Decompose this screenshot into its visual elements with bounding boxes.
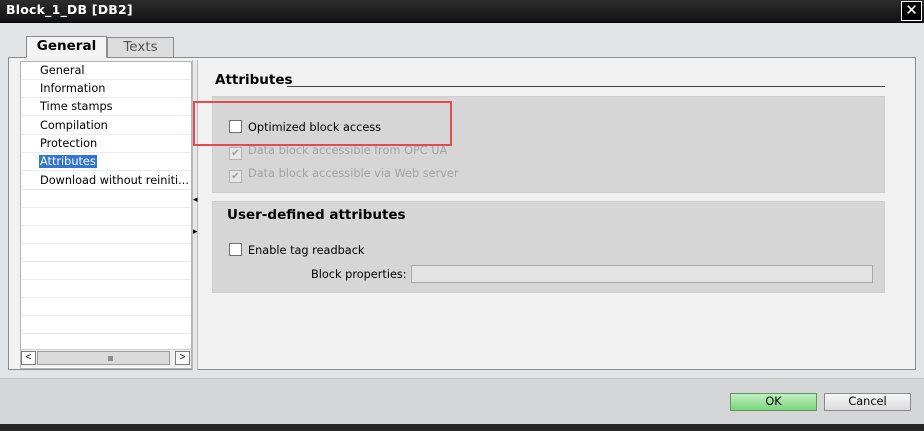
cancel-button[interactable]: Cancel — [824, 393, 911, 411]
nav-item-information[interactable]: Information — [39, 82, 106, 95]
list-item — [21, 280, 191, 298]
property-navigation-list: General Information Time stamps Compilat… — [20, 61, 192, 369]
opc-ua-row: ✔ Data block accessible from OPC UA — [229, 144, 447, 160]
tab-texts[interactable]: Texts — [107, 37, 174, 57]
check-icon: ✔ — [231, 148, 240, 159]
list-item[interactable]: Attributes — [21, 153, 191, 171]
check-icon: ✔ — [231, 171, 240, 182]
close-icon: ✕ — [905, 2, 918, 19]
title-bar — [0, 0, 924, 23]
grip-icon — [108, 356, 113, 361]
nav-item-compilation[interactable]: Compilation — [39, 119, 109, 132]
web-server-checkbox: ✔ — [229, 170, 242, 183]
expand-arrow-icon[interactable]: ▸ — [193, 227, 198, 236]
list-item — [21, 298, 191, 316]
window-bottom-border — [0, 424, 924, 431]
list-item[interactable]: Protection — [21, 135, 191, 153]
scroll-right-button[interactable]: > — [175, 351, 190, 365]
opc-ua-checkbox: ✔ — [229, 147, 242, 160]
nav-item-download-without-reinit[interactable]: Download without reiniti... — [39, 174, 190, 187]
enable-tag-readback-row[interactable]: Enable tag readback — [229, 243, 364, 257]
list-item — [21, 226, 191, 244]
list-item[interactable]: Download without reiniti... — [21, 172, 191, 190]
list-item — [21, 316, 191, 334]
nav-item-attributes[interactable]: Attributes — [39, 155, 97, 168]
list-item — [21, 262, 191, 280]
scrollbar-thumb[interactable] — [37, 351, 170, 365]
horizontal-scrollbar[interactable]: < > — [21, 349, 191, 367]
window-title: Block_1_DB [DB2] — [6, 2, 133, 17]
chevron-left-icon: < — [25, 352, 32, 363]
user-defined-attributes-title: User-defined attributes — [227, 207, 406, 223]
list-item[interactable]: Compilation — [21, 117, 191, 135]
list-item — [21, 244, 191, 262]
ok-button[interactable]: OK — [730, 393, 817, 411]
list-item[interactable]: Information — [21, 80, 191, 98]
close-button[interactable]: ✕ — [901, 1, 922, 21]
web-server-row: ✔ Data block accessible via Web server — [229, 167, 459, 183]
nav-item-protection[interactable]: Protection — [39, 137, 98, 150]
divider — [287, 86, 885, 87]
list-item[interactable]: General — [21, 62, 191, 80]
chevron-right-icon: > — [179, 352, 186, 363]
enable-tag-readback-label: Enable tag readback — [248, 244, 365, 257]
nav-item-time-stamps[interactable]: Time stamps — [39, 100, 114, 113]
enable-tag-readback-checkbox[interactable] — [229, 243, 242, 256]
list-item — [21, 208, 191, 226]
nav-item-general[interactable]: General — [39, 64, 86, 77]
collapse-arrow-icon[interactable]: ◂ — [193, 195, 198, 204]
block-properties-field[interactable] — [411, 265, 873, 283]
block-properties-label: Block properties: — [311, 268, 407, 281]
highlight-box — [193, 101, 452, 146]
web-server-label: Data block accessible via Web server — [248, 167, 459, 180]
list-item — [21, 190, 191, 208]
list-item[interactable]: Time stamps — [21, 98, 191, 116]
section-title: Attributes — [215, 72, 293, 88]
scroll-left-button[interactable]: < — [21, 351, 36, 365]
tab-general[interactable]: General — [26, 36, 107, 58]
